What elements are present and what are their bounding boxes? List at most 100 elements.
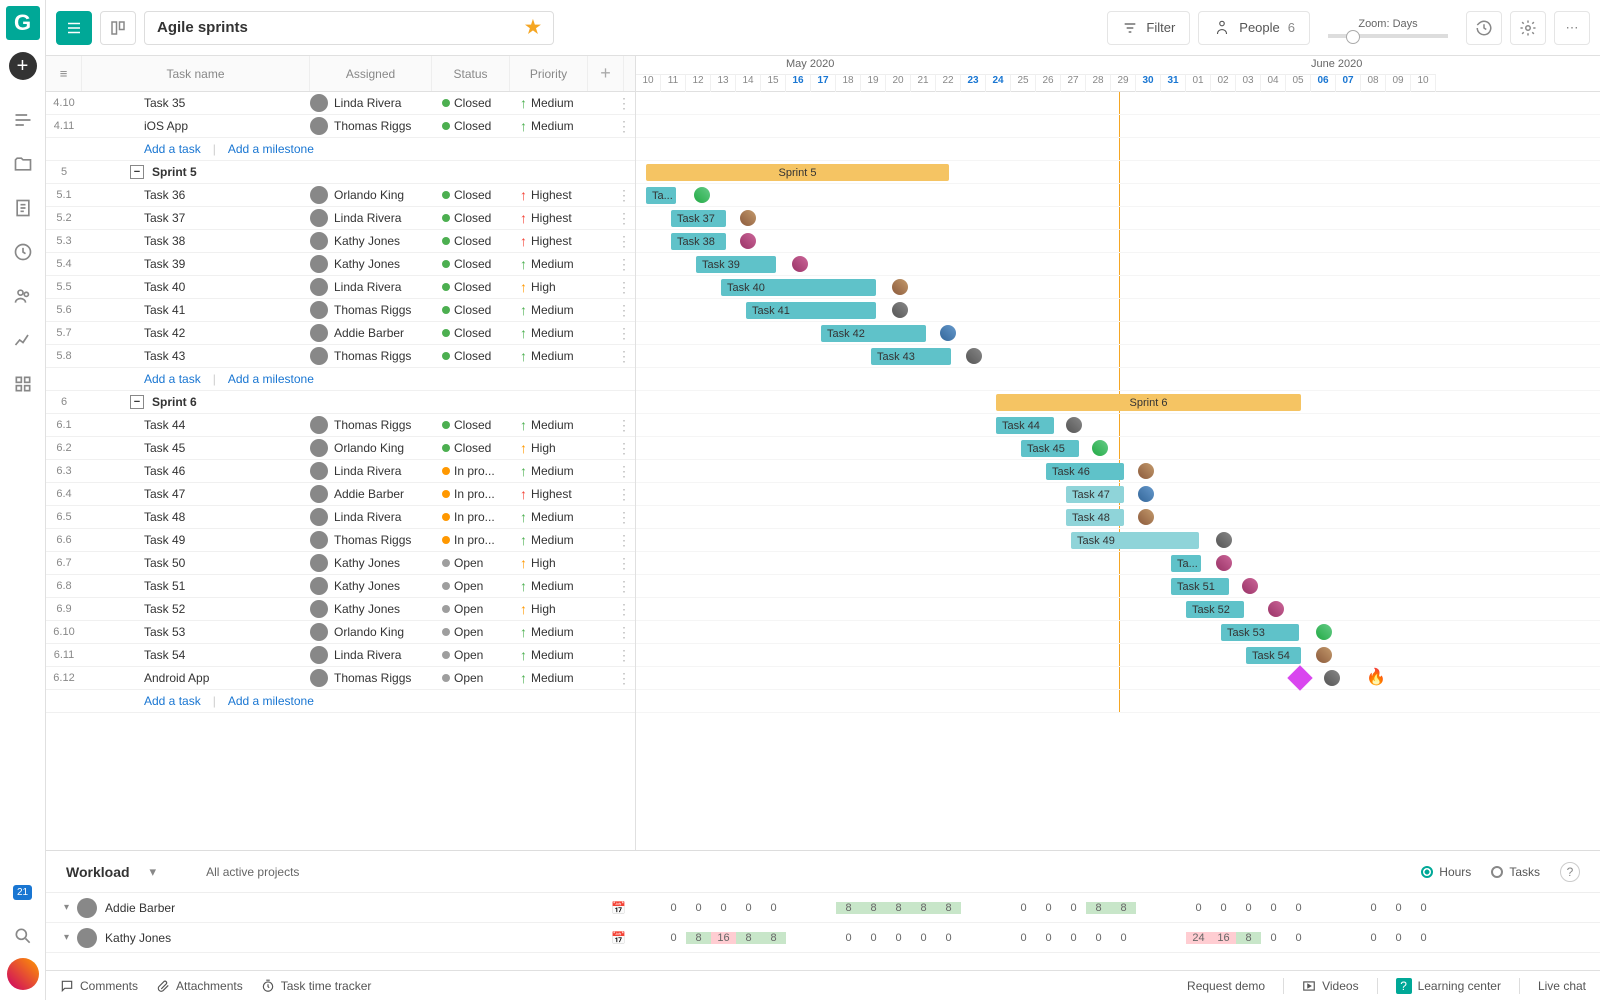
day-cell[interactable]: 04 (1261, 74, 1286, 92)
project-title-input[interactable]: Agile sprints ★ (144, 11, 554, 45)
timeline-row[interactable]: Task 49 (636, 529, 1600, 552)
day-cell[interactable]: 24 (986, 74, 1011, 92)
workload-cell[interactable]: 8 (911, 902, 936, 914)
task-row[interactable]: 6.2Task 45Orlando KingClosed↑High⋮ (46, 437, 635, 460)
zoom-control[interactable]: Zoom: Days (1318, 18, 1458, 38)
row-menu-icon[interactable]: ⋮ (617, 582, 631, 590)
sprint-row[interactable]: 6−Sprint 6⋮ (46, 391, 635, 414)
workload-cell[interactable] (636, 932, 661, 944)
help-icon[interactable]: ? (1560, 862, 1580, 882)
workload-cell[interactable] (1311, 902, 1336, 914)
calendar-badge[interactable]: 21 (13, 885, 32, 900)
day-cell[interactable]: 03 (1236, 74, 1261, 92)
timeline-row[interactable] (636, 92, 1600, 115)
list-view-button[interactable] (56, 11, 92, 45)
workload-cell[interactable]: 0 (1061, 932, 1086, 944)
timeline-row[interactable]: Task 52 (636, 598, 1600, 621)
workload-cell[interactable]: 0 (1211, 902, 1236, 914)
workload-cell[interactable] (786, 902, 811, 914)
task-row[interactable]: 6.1Task 44Thomas RiggsClosed↑Medium⋮ (46, 414, 635, 437)
row-menu-icon[interactable]: ⋮ (617, 283, 631, 291)
day-cell[interactable]: 01 (1186, 74, 1211, 92)
timeline-row[interactable]: Task 43 (636, 345, 1600, 368)
add-milestone-link[interactable]: Add a milestone (228, 372, 314, 386)
more-icon[interactable]: ⋯ (1554, 11, 1590, 45)
task-row[interactable]: 5.1Task 36Orlando KingClosed↑Highest⋮ (46, 184, 635, 207)
task-row[interactable]: 6.5Task 48Linda RiveraIn pro...↑Medium⋮ (46, 506, 635, 529)
calendar-icon[interactable]: 📅 (611, 901, 626, 915)
day-cell[interactable]: 14 (736, 74, 761, 92)
workload-cell[interactable]: 0 (861, 932, 886, 944)
row-menu-icon[interactable]: ⋮ (617, 99, 631, 107)
day-cell[interactable]: 06 (1311, 74, 1336, 92)
timeline-row[interactable]: Task 40 (636, 276, 1600, 299)
add-task-link[interactable]: Add a task (144, 142, 201, 156)
history-icon[interactable] (1466, 11, 1502, 45)
row-menu-icon[interactable]: ⋮ (617, 352, 631, 360)
row-menu-icon[interactable]: ⋮ (617, 490, 631, 498)
workload-cell[interactable] (636, 902, 661, 914)
task-row[interactable]: 6.8Task 51Kathy JonesOpen↑Medium⋮ (46, 575, 635, 598)
workload-cell[interactable]: 0 (911, 932, 936, 944)
workload-cell[interactable] (1136, 902, 1161, 914)
workload-cell[interactable]: 0 (1086, 932, 1111, 944)
task-row[interactable]: 6.11Task 54Linda RiveraOpen↑Medium⋮ (46, 644, 635, 667)
timeline-row[interactable]: Task 45 (636, 437, 1600, 460)
task-row[interactable]: 6.10Task 53Orlando KingOpen↑Medium⋮ (46, 621, 635, 644)
task-row[interactable]: 5.3Task 38Kathy JonesClosed↑Highest⋮ (46, 230, 635, 253)
collapse-icon[interactable]: − (130, 395, 144, 409)
row-menu-icon[interactable]: ⋮ (617, 536, 631, 544)
day-cell[interactable]: 29 (1111, 74, 1136, 92)
workload-cell[interactable]: 0 (1386, 902, 1411, 914)
time-tracker-button[interactable]: Task time tracker (261, 979, 372, 993)
people-button[interactable]: People 6 (1198, 11, 1310, 45)
timeline-row[interactable]: Task 38 (636, 230, 1600, 253)
day-cell[interactable]: 09 (1386, 74, 1411, 92)
filter-button[interactable]: Filter (1107, 11, 1190, 45)
workload-cell[interactable]: 8 (736, 932, 761, 944)
day-cell[interactable]: 23 (961, 74, 986, 92)
sprint-bar[interactable]: Sprint 6 (996, 394, 1301, 411)
timeline-row[interactable]: Task 41 (636, 299, 1600, 322)
day-cell[interactable]: 10 (636, 74, 661, 92)
apps-icon[interactable] (0, 362, 46, 406)
workload-cell[interactable]: 16 (1211, 932, 1236, 944)
row-menu-icon[interactable]: ⋮ (617, 122, 631, 130)
add-milestone-link[interactable]: Add a milestone (228, 694, 314, 708)
workload-cell[interactable]: 0 (1411, 902, 1436, 914)
timeline-row[interactable]: Task 37 (636, 207, 1600, 230)
workload-cell[interactable]: 0 (1286, 932, 1311, 944)
workload-cell[interactable] (961, 902, 986, 914)
timeline-row[interactable]: Task 44 (636, 414, 1600, 437)
chevron-down-icon[interactable]: ▾ (64, 932, 69, 943)
task-bar[interactable]: Task 48 (1066, 509, 1124, 526)
add-milestone-link[interactable]: Add a milestone (228, 142, 314, 156)
workload-cell[interactable]: 0 (1411, 932, 1436, 944)
workload-cell[interactable] (811, 902, 836, 914)
workload-cell[interactable] (961, 932, 986, 944)
sprint-row[interactable]: 5−Sprint 5⋮ (46, 161, 635, 184)
col-name[interactable]: Task name (82, 56, 310, 91)
calendar-icon[interactable]: 📅 (611, 931, 626, 945)
timeline-row[interactable]: Task 46 (636, 460, 1600, 483)
row-menu-icon[interactable]: ⋮ (617, 651, 631, 659)
workload-cell[interactable]: 0 (836, 932, 861, 944)
comments-button[interactable]: Comments (60, 979, 138, 993)
task-row[interactable]: 6.6Task 49Thomas RiggsIn pro...↑Medium⋮ (46, 529, 635, 552)
add-button[interactable]: + (9, 52, 37, 80)
timeline-row[interactable] (636, 690, 1600, 713)
folder-icon[interactable] (0, 142, 46, 186)
workload-cell[interactable]: 8 (1111, 902, 1136, 914)
task-row[interactable]: 4.11iOS AppThomas RiggsClosed↑Medium⋮ (46, 115, 635, 138)
row-menu-icon[interactable]: ⋮ (617, 260, 631, 268)
workload-cell[interactable]: 0 (1261, 902, 1286, 914)
workload-cell[interactable]: 0 (661, 932, 686, 944)
workload-cell[interactable] (986, 902, 1011, 914)
task-bar[interactable]: Ta... (646, 187, 676, 204)
chevron-down-icon[interactable]: ▾ (64, 902, 69, 913)
timeline-row[interactable]: Sprint 6 (636, 391, 1600, 414)
search-icon[interactable] (0, 914, 46, 958)
workload-cell[interactable]: 8 (761, 932, 786, 944)
workload-cell[interactable]: 0 (711, 902, 736, 914)
milestone-diamond[interactable] (1287, 665, 1312, 690)
